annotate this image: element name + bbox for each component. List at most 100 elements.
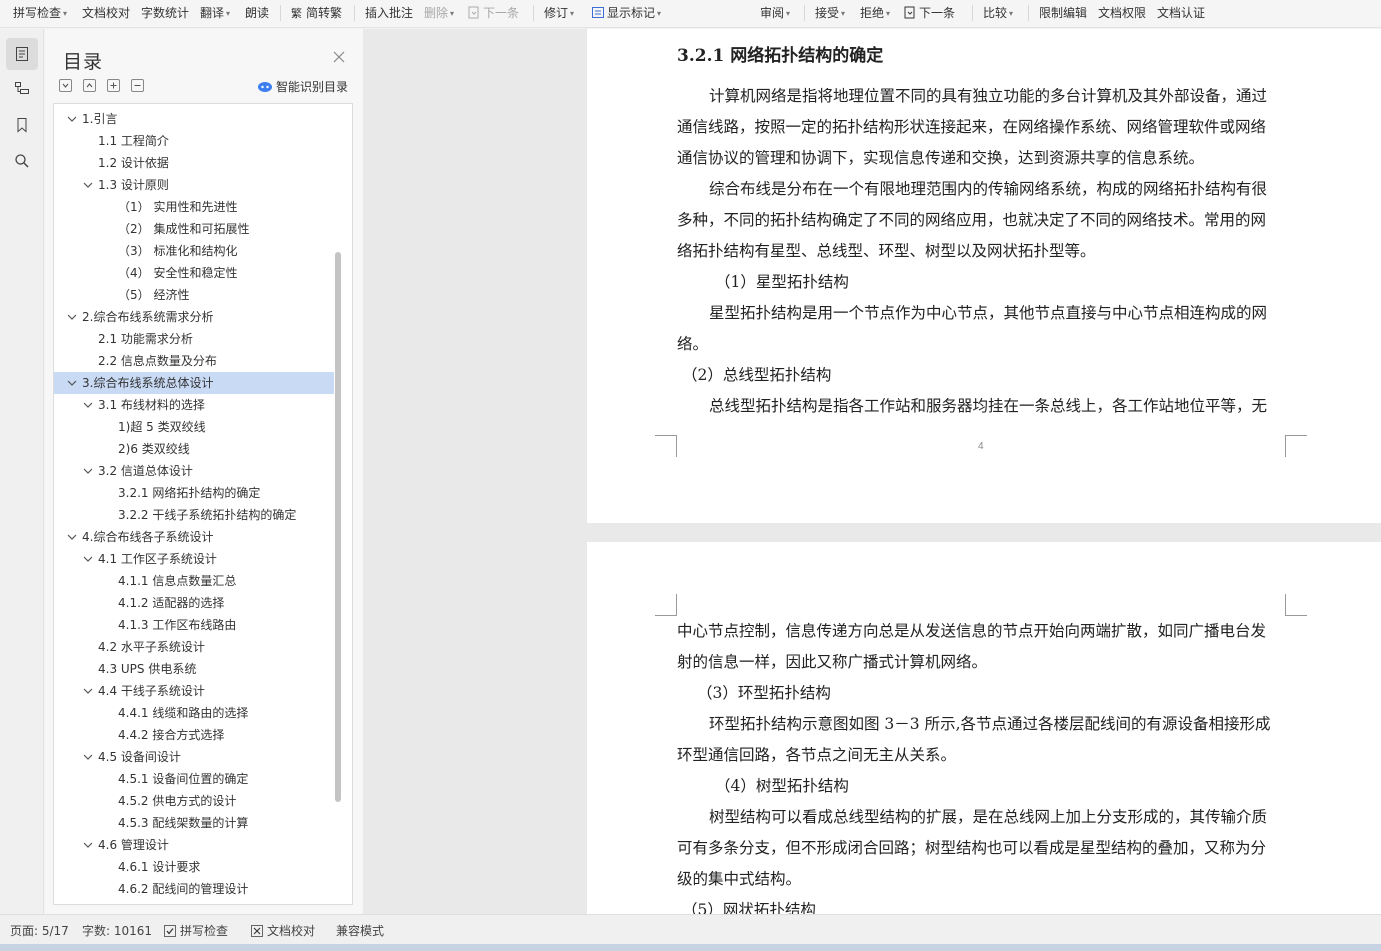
dropdown-caret-icon: ▾ (450, 8, 455, 18)
toc-item[interactable]: 1.引言 (54, 108, 334, 130)
toc-item[interactable]: 1.1 工程简介 (54, 130, 334, 152)
toc-item[interactable]: 4.5 设备间设计 (54, 746, 334, 768)
toc-item[interactable]: 4.1.3 工作区布线路由 (54, 614, 334, 636)
paragraph-line: 总线型拓扑结构是指各工作站和服务器均挂在一条总线上，各工作站地位平等，无 (709, 397, 1268, 415)
toc-title: 目录 (63, 51, 104, 73)
chevron-down-icon[interactable] (66, 306, 78, 328)
page-indicator[interactable]: 页面: 5/17 (10, 922, 69, 939)
revise-button[interactable]: 修订 ▾ (544, 4, 574, 22)
chevron-down-icon[interactable] (82, 394, 94, 416)
paragraph-line: 多种，不同的拓扑结构确定了不同的网络应用，也就决定了不同的网络技术。常用的网 (677, 211, 1267, 229)
toc-panel-button[interactable] (6, 38, 38, 70)
paragraph-line: 通信线路，按照一定的拓扑结构形状连接起来，在网络操作系统、网络管理软件或网络 (677, 118, 1267, 136)
toc-item[interactable]: 4.5.1 设备间位置的确定 (54, 768, 334, 790)
chevron-down-icon[interactable] (66, 372, 78, 394)
toc-item[interactable]: 3.2.2 干线子系统拓扑结构的确定 (54, 504, 334, 526)
next-change-button[interactable]: 下一条 (904, 4, 955, 22)
toc-item[interactable]: 4.3 UPS 供电系统 (54, 658, 334, 680)
toc-item[interactable]: 4.4 干线子系统设计 (54, 680, 334, 702)
toc-item[interactable]: 2.2 信息点数量及分布 (54, 350, 334, 372)
toc-item[interactable]: 4.5.3 配线架数量的计算 (54, 812, 334, 834)
smart-toc-label: 智能识别目录 (276, 80, 349, 94)
doc-proof-toggle[interactable]: 文档校对 (251, 922, 315, 939)
doc-permission-button[interactable]: 文档权限 (1098, 4, 1146, 22)
chevron-up-icon (86, 83, 93, 88)
toc-item-label: 4.2 水平子系统设计 (98, 640, 205, 654)
compare-button[interactable]: 比较 ▾ (983, 4, 1013, 22)
read-aloud-button[interactable]: 朗读 (245, 4, 269, 22)
simp-trad-button[interactable]: 繁简转繁 (291, 4, 342, 22)
doc-proof-button[interactable]: 文档校对 (82, 4, 130, 22)
translate-button[interactable]: 翻译 ▾ (200, 4, 230, 22)
word-count-button[interactable]: 字数统计 (141, 4, 189, 22)
toc-item[interactable]: 4.5.2 供电方式的设计 (54, 790, 334, 812)
toc-item[interactable]: 4.1.2 适配器的选择 (54, 592, 334, 614)
smart-toc-button[interactable]: 智能识别目录 (257, 78, 348, 95)
chevron-down-icon[interactable] (82, 746, 94, 768)
reject-button[interactable]: 拒绝 ▾ (860, 4, 890, 22)
toc-item-label: 1.3 设计原则 (98, 178, 169, 192)
toc-item[interactable]: 4.综合布线各子系统设计 (54, 526, 334, 548)
toc-item-label: 1.引言 (82, 112, 118, 126)
delete-comment-button[interactable]: 删除 ▾ (424, 4, 454, 22)
accept-button[interactable]: 接受 ▾ (815, 4, 845, 22)
chevron-down-icon[interactable] (82, 460, 94, 482)
remove-heading-button[interactable] (131, 79, 144, 92)
toc-item[interactable]: 4.2 水平子系统设计 (54, 636, 334, 658)
doc-certify-button[interactable]: 文档认证 (1157, 4, 1205, 22)
toc-item[interactable]: 4.1 工作区子系统设计 (54, 548, 334, 570)
show-markup-button[interactable]: 显示标记 ▾ (592, 4, 661, 22)
spell-check-toggle[interactable]: 拼写检查 (164, 922, 228, 939)
ribbon-toolbar: 拼写检查 ▾ 文档校对 字数统计 翻译 ▾ 朗读 繁简转繁 插入批注 删除 ▾ 下一条… (0, 0, 1381, 28)
chevron-down-icon[interactable] (82, 680, 94, 702)
toc-item[interactable]: 1.2 设计依据 (54, 152, 334, 174)
toc-item-label: 2.2 信息点数量及分布 (98, 354, 217, 368)
search-button[interactable] (6, 145, 38, 177)
spell-check-button[interactable]: 拼写检查 ▾ (13, 4, 67, 22)
toc-item[interactable]: 2.综合布线系统需求分析 (54, 306, 334, 328)
toc-scrollbar[interactable] (335, 252, 341, 802)
toc-item[interactable]: 3.综合布线系统总体设计 (54, 372, 334, 394)
chevron-down-icon[interactable] (82, 548, 94, 570)
toc-item[interactable]: 4.6 管理设计 (54, 834, 334, 856)
chevron-down-icon[interactable] (82, 174, 94, 196)
toc-item[interactable]: （3） 标准化和结构化 (54, 240, 334, 262)
toc-item[interactable]: 4.1.1 信息点数量汇总 (54, 570, 334, 592)
toc-item-label: （5） 经济性 (118, 288, 190, 302)
toc-item[interactable]: 3.2.1 网络拓扑结构的确定 (54, 482, 334, 504)
taskbar-strip (0, 944, 1381, 951)
toc-item[interactable]: （1） 实用性和先进性 (54, 196, 334, 218)
chevron-down-icon[interactable] (66, 526, 78, 548)
toc-item[interactable]: 1.3 设计原则 (54, 174, 334, 196)
paragraph-line: 络。 (677, 335, 709, 353)
nav-pane-button[interactable] (6, 72, 38, 104)
review-button[interactable]: 审阅 ▾ (760, 4, 790, 22)
chevron-down-icon[interactable] (82, 834, 94, 856)
toc-item[interactable]: 4.4.1 线缆和路由的选择 (54, 702, 334, 724)
toc-item[interactable]: 1)超 5 类双绞线 (54, 416, 334, 438)
next-comment-button[interactable]: 下一条 (468, 4, 519, 22)
restrict-edit-button[interactable]: 限制编辑 (1039, 4, 1087, 22)
toc-item[interactable]: 2.1 功能需求分析 (54, 328, 334, 350)
chevron-down-icon (62, 83, 69, 88)
insert-comment-button[interactable]: 插入批注 (365, 4, 413, 22)
collapse-all-button[interactable] (59, 79, 72, 92)
toc-item[interactable]: （4） 安全性和稳定性 (54, 262, 334, 284)
toc-item-label: 1.2 设计依据 (98, 156, 169, 170)
toc-item[interactable]: 2)6 类双绞线 (54, 438, 334, 460)
toc-item[interactable]: （2） 集成性和可拓展性 (54, 218, 334, 240)
toc-item[interactable]: （5） 经济性 (54, 284, 334, 306)
bookmark-button[interactable] (6, 109, 38, 141)
add-heading-button[interactable] (107, 79, 120, 92)
chevron-down-icon[interactable] (66, 108, 78, 130)
toc-item[interactable]: 4.6.2 配线间的管理设计 (54, 878, 334, 900)
toc-item[interactable]: 4.4.2 接合方式选择 (54, 724, 334, 746)
toc-item[interactable]: 3.1 布线材料的选择 (54, 394, 334, 416)
toc-item[interactable]: 3.2 信道总体设计 (54, 460, 334, 482)
toc-item[interactable]: 4.6.1 设计要求 (54, 856, 334, 878)
document-page: 中心节点控制，信息传递方向总是从发送信息的节点开始向两端扩散，如同广播电台发 射的… (587, 542, 1381, 914)
word-count-indicator[interactable]: 字数: 10161 (82, 922, 152, 939)
toc-item-label: 2)6 类双绞线 (118, 442, 190, 456)
close-icon[interactable] (331, 49, 347, 65)
expand-all-button[interactable] (83, 79, 96, 92)
